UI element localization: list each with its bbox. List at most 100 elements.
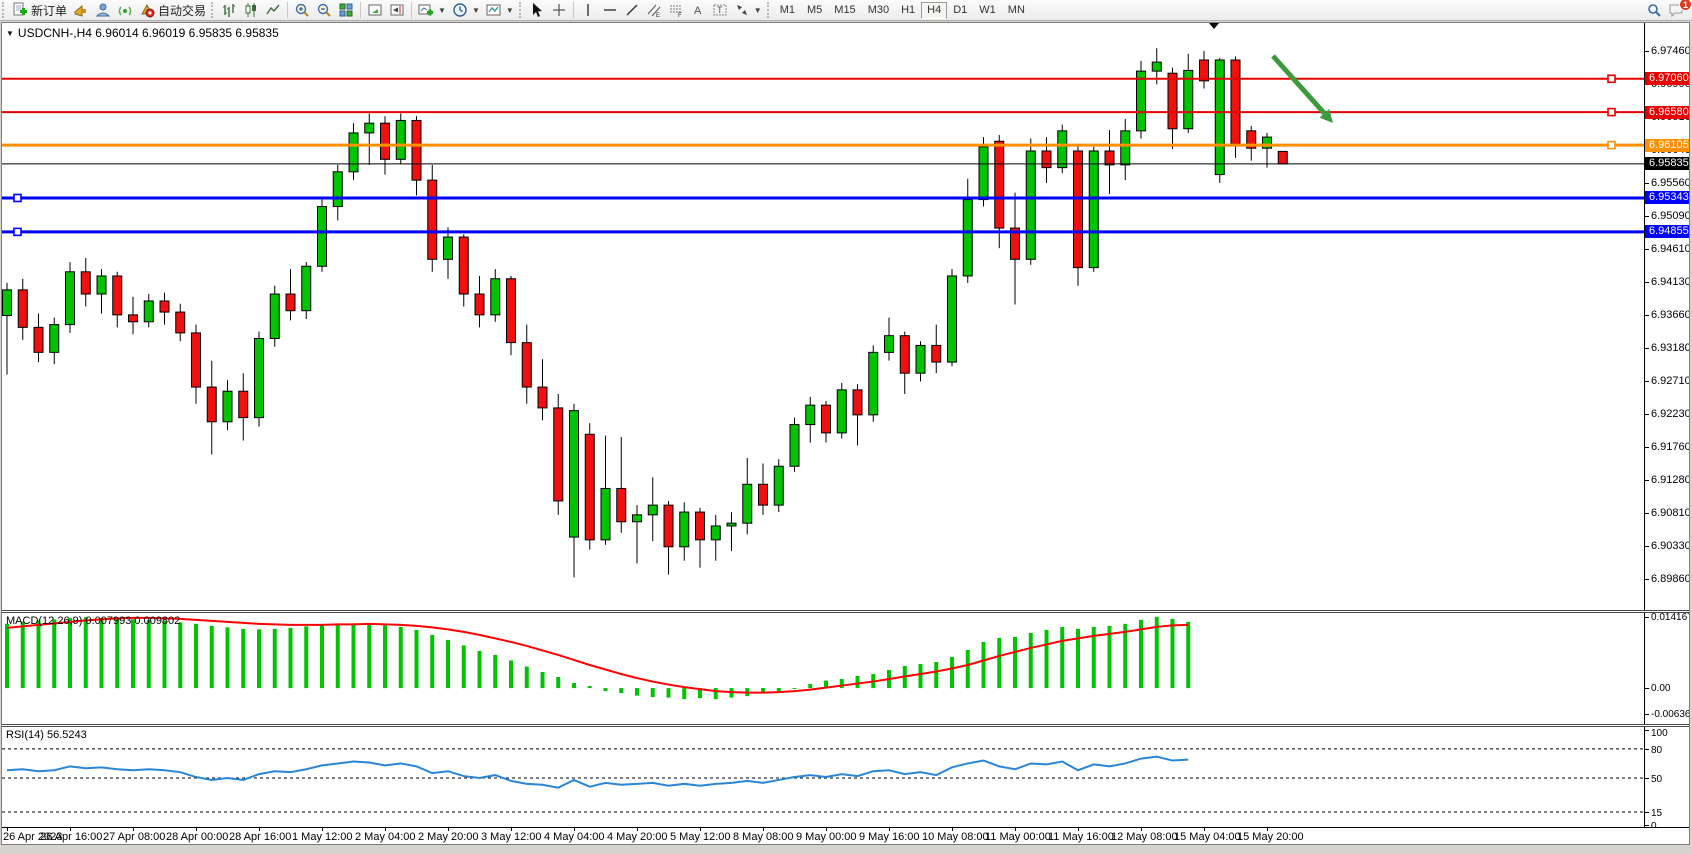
line-chart-button[interactable] [262, 1, 284, 20]
text-button[interactable]: A [687, 1, 709, 20]
toolbar-grip [2, 2, 7, 18]
one-click-trading-toggle[interactable]: ▼ [6, 29, 14, 38]
fibonacci-button[interactable]: F [665, 1, 687, 20]
price-tick [1645, 282, 1649, 283]
auto-trading-button[interactable]: 自动交易 [136, 1, 209, 20]
chevron-down-icon[interactable]: ▼ [472, 6, 480, 15]
timeframe-d1[interactable]: D1 [947, 2, 973, 19]
price-tick [1645, 216, 1649, 217]
time-tick-label: 3 May 12:00 [481, 831, 542, 843]
notifications-button[interactable]: 1 [1668, 2, 1686, 18]
horizontal-line-button[interactable] [599, 1, 621, 20]
macd-panel[interactable]: MACD(12,26,9) 0.007993 0.009802 [2, 613, 1644, 724]
text-label-button[interactable]: T [709, 1, 731, 20]
time-tick-label: 28 Apr 00:00 [166, 831, 228, 843]
rsi-tick [1645, 749, 1649, 750]
zoom-in-button[interactable] [291, 1, 313, 20]
macd-tick-label: 0.00 [1651, 683, 1670, 694]
price-tick-label: 6.91760 [1651, 441, 1689, 453]
time-tick-label: 4 May 20:00 [607, 831, 668, 843]
equidistant-channel-button[interactable]: E [643, 1, 665, 20]
trendline-button[interactable] [621, 1, 643, 20]
price-level-badge: 6.95343 [1645, 191, 1689, 204]
price-tick [1645, 414, 1649, 415]
vertical-line-button[interactable] [577, 1, 599, 20]
rsi-plot [2, 727, 1644, 827]
time-tick-label: 12 May 08:00 [1111, 831, 1178, 843]
time-tick-label: 2 May 04:00 [355, 831, 416, 843]
timeframe-m15[interactable]: M15 [828, 2, 861, 19]
toolbar-separator [573, 2, 574, 18]
price-axis[interactable]: 6.974606.969906.965106.960406.955606.950… [1644, 23, 1689, 610]
time-tick-label: 2 May 20:00 [418, 831, 479, 843]
time-tick-label: 8 May 08:00 [733, 831, 794, 843]
price-tick-label: 6.92230 [1651, 408, 1689, 420]
toolbar-separator [360, 2, 361, 18]
publish-profile-icon [95, 2, 111, 18]
price-level-badge: 6.95835 [1645, 157, 1689, 170]
publish-button[interactable] [92, 1, 114, 20]
candlestick-chart-button[interactable] [240, 1, 262, 20]
cursor-button[interactable] [526, 1, 548, 20]
rsi-tick-label: 100 [1651, 728, 1668, 739]
time-axis[interactable]: 26 Apr 202326 Apr 16:0027 Apr 08:0028 Ap… [2, 827, 1689, 844]
price-tick-label: 6.93180 [1651, 342, 1689, 354]
timeframe-m5[interactable]: M5 [801, 2, 828, 19]
chart-shift-button[interactable] [386, 1, 408, 20]
chevron-down-icon[interactable]: ▼ [506, 6, 514, 15]
bar-chart-button[interactable] [218, 1, 240, 20]
search-icon[interactable] [1646, 2, 1662, 18]
periods-clock-icon [452, 2, 468, 18]
toolbar-grip [767, 2, 772, 18]
toolbar-grip [519, 2, 524, 18]
time-tick-label: 1 May 12:00 [292, 831, 353, 843]
time-tick-label: 26 Apr 16:00 [40, 831, 102, 843]
price-tick-label: 6.93660 [1651, 309, 1689, 321]
price-tick-label: 6.90810 [1651, 507, 1689, 519]
timeframe-mn[interactable]: MN [1002, 2, 1031, 19]
horizontal-line-icon [602, 2, 618, 18]
price-level-badge: 6.96580 [1645, 106, 1689, 119]
rsi-panel[interactable]: RSI(14) 56.5243 [2, 727, 1644, 827]
crosshair-button[interactable] [548, 1, 570, 20]
bar-chart-icon [221, 2, 237, 18]
timeframe-w1[interactable]: W1 [973, 2, 1002, 19]
price-tick [1645, 249, 1649, 250]
timeframe-m30[interactable]: M30 [862, 2, 895, 19]
macd-axis: 0.0141670.00-0.006363 [1644, 613, 1689, 724]
price-tick-label: 6.91280 [1651, 474, 1689, 486]
candlestick-plot[interactable] [2, 23, 1644, 610]
main-chart[interactable]: ▼ USDCNH-,H4 6.96014 6.96019 6.95835 6.9… [2, 23, 1644, 610]
sound-button[interactable] [70, 1, 92, 20]
cursor-icon [529, 2, 545, 18]
templates-button[interactable]: ▼ [483, 1, 517, 20]
price-tick [1645, 183, 1649, 184]
price-level-badge: 6.97060 [1645, 72, 1689, 85]
arrows-button[interactable]: ▼ [731, 1, 765, 20]
timeframe-h1[interactable]: H1 [895, 2, 921, 19]
timeframe-h4[interactable]: H4 [921, 2, 947, 19]
rsi-tick-label: 15 [1651, 808, 1662, 819]
timeframe-bar: M1M5M15M30H1H4D1W1MN [774, 2, 1031, 19]
new-order-icon [12, 2, 28, 18]
price-tick-label: 6.95560 [1651, 177, 1689, 189]
signals-button[interactable] [114, 1, 136, 20]
timeframe-m1[interactable]: M1 [774, 2, 801, 19]
auto-trading-icon [139, 2, 155, 18]
new-order-button[interactable]: 新订单 [9, 1, 70, 20]
macd-tick [1645, 617, 1649, 618]
chevron-down-icon[interactable]: ▼ [754, 6, 762, 15]
templates-icon [486, 2, 502, 18]
time-tick-label: 15 May 20:00 [1237, 831, 1304, 843]
periods-button[interactable]: ▼ [449, 1, 483, 20]
zoom-out-button[interactable] [313, 1, 335, 20]
new-chart-button[interactable]: ▼ [415, 1, 449, 20]
auto-scroll-button[interactable] [364, 1, 386, 20]
text-label-icon: T [712, 2, 728, 18]
macd-tick [1645, 714, 1649, 715]
tile-windows-button[interactable] [335, 1, 357, 20]
chevron-down-icon[interactable]: ▼ [438, 6, 446, 15]
price-tick [1645, 546, 1649, 547]
rsi-label: RSI(14) 56.5243 [6, 729, 87, 741]
fibonacci-icon: F [668, 2, 684, 18]
